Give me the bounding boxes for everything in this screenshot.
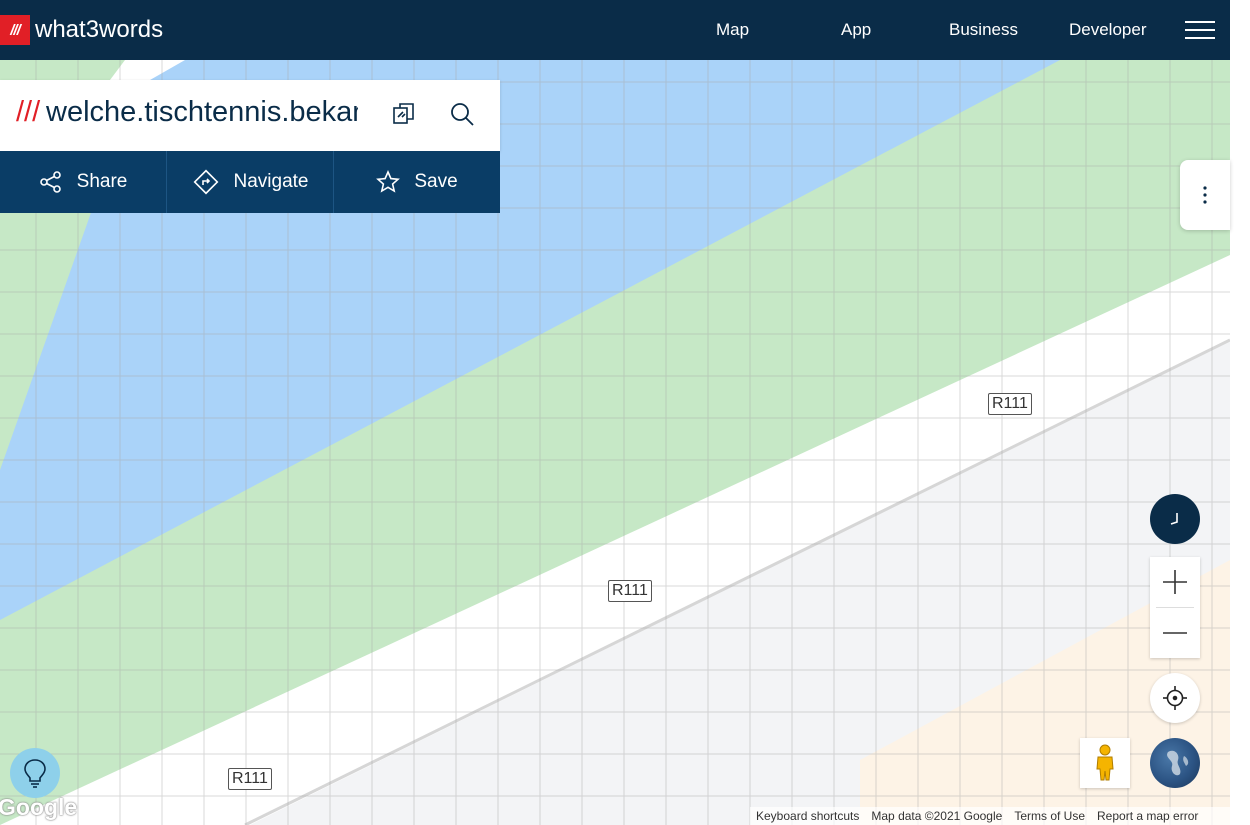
star-icon [376,170,401,193]
what3words-logo[interactable]: /// what3words [0,15,163,45]
minus-icon [1163,632,1187,634]
zoom-in-button[interactable] [1150,557,1200,607]
nav-map[interactable]: Map [716,20,749,40]
road-shield-r111: R111 [608,580,652,602]
navigate-button[interactable]: Navigate [167,151,334,213]
report-map-error-link[interactable]: Report a map error [1097,807,1198,825]
lightbulb-icon[interactable] [10,748,60,798]
map-attribution: Keyboard shortcuts Map data ©2021 Google… [750,807,1230,825]
compass-icon[interactable] [1150,494,1200,544]
copy-icon[interactable] [391,100,419,128]
nav-business[interactable]: Business [949,20,1018,40]
navigate-icon [193,169,218,195]
address-search-box[interactable]: /// welche.tischtennis.bekannt [0,80,500,151]
logo-mark: /// [0,15,30,45]
share-label: Share [76,171,128,192]
address-actions-bar: Share Navigate Save [0,151,500,213]
save-label: Save [414,171,458,192]
save-button[interactable]: Save [334,151,500,213]
terms-of-use-link[interactable]: Terms of Use [1014,807,1085,825]
share-icon [39,171,61,193]
address-slashes: /// [16,96,41,128]
hamburger-menu-icon[interactable] [1185,21,1215,39]
globe-icon[interactable] [1150,738,1200,788]
locate-me-button[interactable] [1150,673,1200,723]
plus-icon [1163,570,1187,594]
more-options-button[interactable] [1180,160,1230,230]
road-shield-r111: R111 [988,393,1032,415]
nav-developer[interactable]: Developer [1069,20,1147,40]
pegman-icon [1096,744,1114,781]
street-view-pegman-button[interactable] [1080,738,1130,788]
road-shield-r111: R111 [228,768,272,790]
more-vertical-icon [1203,186,1207,204]
crosshair-icon [1163,686,1187,710]
three-word-address[interactable]: welche.tischtennis.bekannt [46,96,358,129]
zoom-out-button[interactable] [1150,608,1200,658]
google-logo: Google [0,794,78,820]
zoom-control [1150,557,1200,658]
share-button[interactable]: Share [0,151,167,213]
nav-app[interactable]: App [841,20,871,40]
map-data-credit: Map data ©2021 Google [871,809,1003,823]
keyboard-shortcuts-link[interactable]: Keyboard shortcuts [756,807,859,825]
top-navigation-bar: /// what3words Map App Business Develope… [0,0,1230,60]
search-icon[interactable] [449,101,477,129]
logo-text: what3words [35,16,164,43]
navigate-label: Navigate [233,171,309,192]
